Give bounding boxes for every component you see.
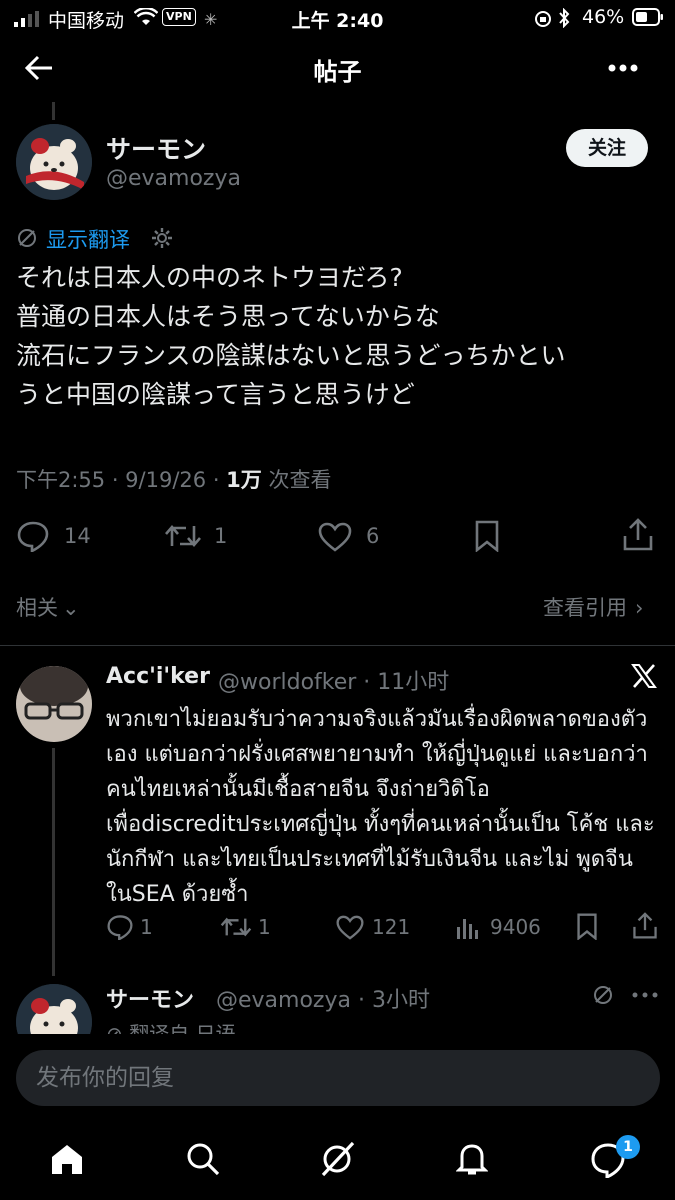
author-name[interactable]: サーモン <box>106 130 206 166</box>
thread-connector <box>52 102 55 120</box>
views-chart-icon[interactable] <box>456 915 480 939</box>
chevron-down-icon: ⌄ <box>62 596 80 620</box>
bookmark-icon[interactable] <box>474 520 500 552</box>
grok-icon[interactable] <box>320 1140 356 1178</box>
chevron-right-icon: › <box>635 596 644 620</box>
reply-like-count: 121 <box>372 915 411 939</box>
next-reply-handle-time[interactable]: @evamozya · 3小时 <box>216 982 430 1014</box>
status-bar: 中国移动 VPN ✳ 上午 2:40 46% <box>0 0 675 36</box>
next-reply-more-icon[interactable] <box>632 992 658 998</box>
translate-off-icon[interactable] <box>592 984 614 1006</box>
share-icon[interactable] <box>622 518 654 552</box>
author-handle[interactable]: @evamozya <box>106 166 241 191</box>
reply-reply-count: 1 <box>140 915 153 939</box>
notifications-icon[interactable] <box>456 1142 488 1176</box>
gear-icon[interactable] <box>150 226 174 250</box>
reply-author-name[interactable]: Acc'i'ker <box>106 664 210 689</box>
tweet-meta: 下午2:55 · 9/19/26 · 1万 次查看 <box>16 464 331 494</box>
reply-icon[interactable] <box>16 520 50 552</box>
section-divider <box>0 645 675 646</box>
tweet-timestamp: 下午2:55 · 9/19/26 · <box>16 468 227 492</box>
x-logo-icon <box>630 662 658 690</box>
next-reply-clip: サーモン @evamozya · 3小时 ⊘ 翻译自 日语 <box>0 976 675 1034</box>
reply-handle-time[interactable]: @worldofker · 11小时 <box>218 664 449 696</box>
follow-button[interactable]: 关注 <box>566 129 648 167</box>
page-title: 帖子 <box>313 58 362 86</box>
view-count: 1万 <box>226 468 262 492</box>
like-icon[interactable] <box>318 522 352 552</box>
reply-view-count: 9406 <box>490 915 541 939</box>
battery-percent: 46% <box>582 6 625 28</box>
home-icon[interactable] <box>50 1142 84 1176</box>
view-quotes-link[interactable]: 查看引用 › <box>543 592 643 622</box>
reply-compose-input[interactable]: 发布你的回复 <box>16 1050 660 1106</box>
reply-count: 14 <box>64 524 91 548</box>
related-dropdown[interactable]: 相关 ⌄ <box>16 592 80 622</box>
reply-reply-icon[interactable] <box>106 914 134 940</box>
bluetooth-icon <box>558 8 570 28</box>
reply-repost-count: 1 <box>258 915 271 939</box>
reply-share-icon[interactable] <box>632 912 658 940</box>
reply-text: พวกเขาไม่ยอมรับว่าความจริงแล้วมันเรื่องผ… <box>106 707 655 907</box>
orientation-lock-icon <box>534 10 552 28</box>
repost-count: 1 <box>214 524 228 548</box>
views-label: 次查看 <box>261 468 332 492</box>
like-count: 6 <box>366 524 380 548</box>
battery-icon <box>632 8 664 26</box>
tweet-text: それは日本人の中のネトウヨだろ? 普通の日本人はそう思ってないからな 流石にフラ… <box>16 263 566 409</box>
view-quotes-label: 查看引用 <box>543 596 627 620</box>
reply-avatar[interactable] <box>16 666 92 742</box>
clock: 上午 2:40 <box>291 10 384 32</box>
author-avatar[interactable] <box>16 124 92 200</box>
translated-icon: ⊘ <box>106 1022 130 1034</box>
translate-icon <box>16 227 38 249</box>
reply-thread-line <box>52 748 55 976</box>
more-options-icon[interactable] <box>608 64 638 72</box>
messages-badge: 1 <box>616 1135 640 1159</box>
next-reply-avatar[interactable] <box>16 984 92 1034</box>
translated-text: 翻译自 日语 <box>129 1022 236 1034</box>
next-reply-author-name[interactable]: サーモン <box>106 982 194 1014</box>
show-translation-link[interactable]: 显示翻译 <box>46 224 130 254</box>
reply-repost-icon[interactable] <box>220 915 252 939</box>
search-icon[interactable] <box>186 1142 220 1176</box>
translated-from-label: ⊘ 翻译自 日语 <box>106 1018 235 1034</box>
related-label: 相关 <box>16 596 58 620</box>
repost-icon[interactable] <box>164 522 202 550</box>
reply-like-icon[interactable] <box>336 915 364 940</box>
reply-bookmark-icon[interactable] <box>576 913 598 940</box>
